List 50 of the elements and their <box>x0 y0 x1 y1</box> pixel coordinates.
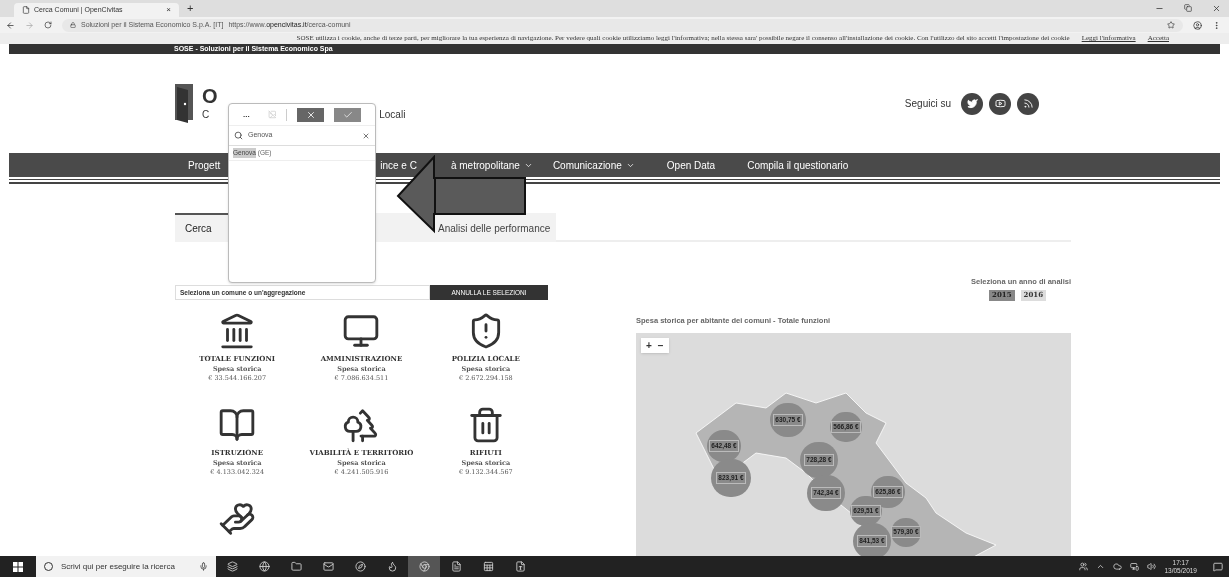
follow-label: Seguici su <box>904 97 951 111</box>
browser-icon[interactable] <box>408 556 440 577</box>
lock-icon <box>70 22 76 28</box>
nav-item[interactable]: ince e C <box>380 157 417 173</box>
logo-subtitle: C <box>202 108 210 122</box>
rss-icon[interactable] <box>1017 92 1039 115</box>
logo-title: O <box>202 85 219 107</box>
desk-icon[interactable] <box>342 312 381 350</box>
zoom-in-button[interactable]: + <box>646 338 652 353</box>
check-icon <box>342 109 353 120</box>
menu-icon[interactable] <box>1212 20 1221 30</box>
reload-icon[interactable] <box>44 21 52 29</box>
book-icon[interactable] <box>218 406 257 444</box>
bookmark-star-icon[interactable] <box>1167 21 1175 29</box>
close-icon <box>305 109 316 120</box>
logo-subtitle: Locali <box>379 108 406 122</box>
zoom-out-button[interactable]: − <box>657 338 664 353</box>
windows-logo-icon[interactable] <box>13 561 23 572</box>
back-icon[interactable] <box>6 20 15 30</box>
search-icon <box>234 131 243 140</box>
page-icon <box>22 6 30 14</box>
clear-icon[interactable] <box>362 131 370 140</box>
nav-item[interactable]: Comunicazione <box>552 157 635 173</box>
volume-icon[interactable] <box>1147 562 1157 571</box>
microphone-icon[interactable] <box>199 562 208 571</box>
more-button[interactable]: ... <box>243 108 250 121</box>
nav-item[interactable]: à metropolitane <box>450 157 533 173</box>
restore-icon[interactable] <box>1184 4 1192 12</box>
tab-close-button[interactable]: × <box>166 4 171 16</box>
hands-icon[interactable] <box>218 500 257 538</box>
nav-item[interactable]: Compila il questionario <box>747 157 849 173</box>
chevron-up-icon[interactable] <box>1096 562 1106 571</box>
image-icon <box>267 110 277 119</box>
people-icon[interactable] <box>1079 562 1089 571</box>
account-icon[interactable] <box>1193 20 1202 30</box>
new-tab-button[interactable]: + <box>187 0 194 16</box>
door-logo-icon <box>175 83 193 124</box>
play-icon[interactable] <box>989 92 1011 115</box>
close-icon[interactable] <box>1212 4 1221 13</box>
tab[interactable]: Cerca <box>175 213 228 242</box>
bird-icon[interactable] <box>961 92 983 115</box>
tab[interactable]: Analisi delle performance <box>376 213 556 242</box>
confirm-button[interactable] <box>334 107 361 122</box>
notifications-icon[interactable] <box>1213 561 1223 572</box>
nav-item[interactable]: Progett <box>188 157 221 173</box>
nav-item[interactable]: Open Data <box>666 157 716 173</box>
cancel-button[interactable] <box>297 107 325 122</box>
taskbar-search-field[interactable]: Scrivi qui per eseguire la ricerca <box>36 556 216 577</box>
network-icon[interactable] <box>1130 562 1140 571</box>
cloud-icon[interactable] <box>1113 562 1123 571</box>
